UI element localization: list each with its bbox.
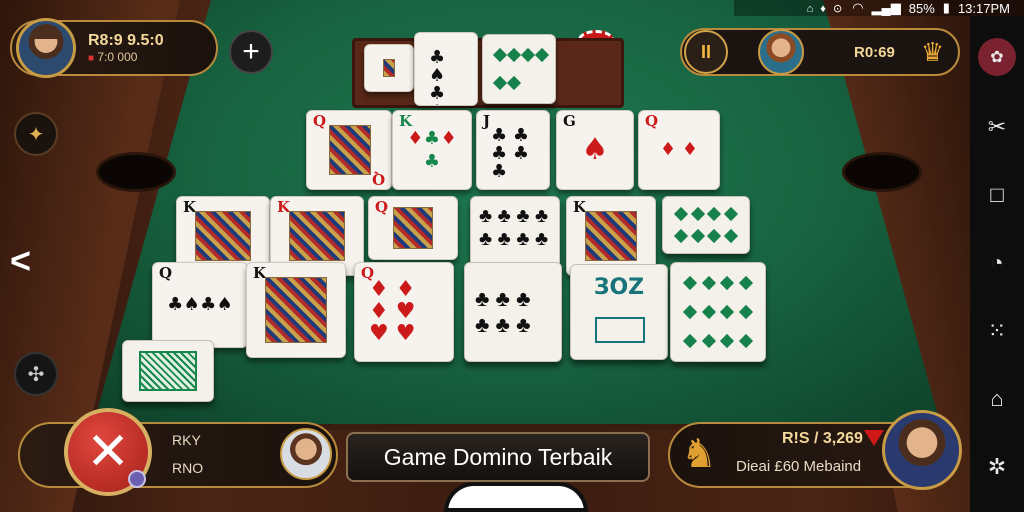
mascot-icon: ♞: [681, 432, 717, 476]
domino-pattern: [595, 317, 645, 343]
gauge-icon[interactable]: ◔: [980, 246, 1014, 280]
playing-card[interactable]: K: [246, 262, 346, 358]
playing-card[interactable]: G ♠: [556, 110, 634, 190]
player-sub-balance: ■ 7:0 000: [88, 50, 138, 64]
wifi-icon: ◠: [852, 0, 864, 15]
pause-button[interactable]: II: [684, 30, 728, 74]
clock: 13:17PM: [957, 0, 1010, 16]
square-icon[interactable]: □: [980, 178, 1014, 212]
tools-icon[interactable]: ✂: [980, 110, 1014, 144]
signal-icon: ▂▄▆: [871, 0, 901, 15]
player-avatar[interactable]: [16, 18, 76, 78]
side-nav-bar: ✿ ✂ □ ◔ ⁙ ⌂ ✲: [970, 16, 1024, 512]
opponent-avatar[interactable]: [758, 29, 804, 75]
domino-tile[interactable]: ♣ ♣ ♣ ♣ ♣ ♣: [464, 262, 562, 362]
emote-icon[interactable]: ✣: [14, 352, 58, 396]
settings-icon[interactable]: ✲: [980, 450, 1014, 484]
domino-tile[interactable]: ♣ ♣ ♣ ♣ ♣ ♣ ♣ ♣: [470, 196, 560, 270]
player-avatar-bottom[interactable]: [280, 428, 332, 480]
playing-card[interactable]: K ♦ ♣ ♦ ♣: [392, 110, 472, 190]
opponent-amount: R!S / 3,269: [782, 430, 863, 447]
notification-icons: ⌂ ♦ ⊙: [806, 2, 845, 15]
playing-card[interactable]: J ♣ ♣ ♣ ♣ ♣: [476, 110, 550, 190]
tray-card: [364, 44, 414, 92]
domino-tile[interactable]: [122, 340, 214, 402]
domino-tile[interactable]: [670, 262, 766, 362]
table-pocket: [842, 152, 922, 192]
opponent-panel: II R0:69 ♛: [680, 28, 960, 76]
gem-icon: [128, 470, 146, 488]
playing-card[interactable]: Q ♦ ♦ ♦ ♥ ♥ ♥: [354, 262, 454, 362]
home-icon[interactable]: ⌂: [980, 382, 1014, 416]
playing-card[interactable]: QQ: [306, 110, 392, 190]
player-balance-panel: R8:9 9.5:0 ■ 7:0 000: [10, 18, 218, 78]
domino-tile[interactable]: ЗОZ: [570, 264, 668, 360]
player-label-1: RKY: [172, 432, 201, 448]
opponent-balance: R0:69: [854, 43, 895, 61]
game-title-banner: Game Domino Terbaik: [346, 432, 650, 482]
opponent-name: Dieai £60 Mebaind: [736, 458, 862, 475]
opponent-avatar-bottom[interactable]: [882, 410, 962, 490]
back-arrow-icon[interactable]: <: [10, 240, 31, 282]
battery-text: 85%: [908, 0, 935, 16]
add-coins-button[interactable]: +: [229, 30, 273, 74]
battery-icon: ▮: [942, 0, 950, 15]
deck-card[interactable]: ♣ ♠ ♣ ♠ ♣ ♠: [414, 32, 478, 106]
player-balance: R8:9 9.5:0: [88, 32, 164, 49]
domino-tile[interactable]: [662, 196, 750, 254]
table-pocket: [96, 152, 176, 192]
status-bar: ⌂ ♦ ⊙ ◠ ▂▄▆ 85% ▮ 13:17PM: [734, 0, 1024, 16]
playing-card[interactable]: Q: [368, 196, 458, 260]
grid-icon[interactable]: ⁙: [980, 314, 1014, 348]
butterfly-icon[interactable]: ✿: [978, 38, 1016, 76]
playing-card[interactable]: Q ♣ ♠ ♣ ♠: [152, 262, 248, 348]
bottom-handle: [444, 482, 588, 512]
playing-card[interactable]: Q ♦ ♦: [638, 110, 720, 190]
chips-icon[interactable]: ✦: [14, 112, 58, 156]
trophy-icon: ♛: [920, 36, 945, 67]
player-label-2: RNO: [172, 460, 204, 476]
tray-domino: [482, 34, 556, 104]
